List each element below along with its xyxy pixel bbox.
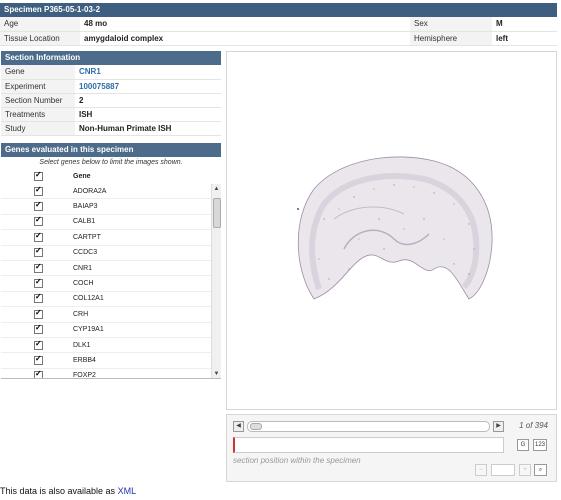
gene-row[interactable]: DLK1 xyxy=(1,338,221,354)
section-slider[interactable] xyxy=(247,421,490,432)
gene-list-scrollbar[interactable]: ▲ ▼ xyxy=(211,184,221,378)
grid-icon[interactable]: G xyxy=(517,439,529,451)
gene-checkbox[interactable] xyxy=(34,246,43,258)
sex-label: Sex xyxy=(410,17,492,32)
gene-row[interactable]: CYP19A1 xyxy=(1,323,221,338)
section-navigator: ◀ ▶ 1 of 394 G 123 section position with… xyxy=(226,414,557,482)
section-row-label: Study xyxy=(1,121,75,136)
gene-checkbox[interactable] xyxy=(34,277,43,289)
gene-name: BAIAP3 xyxy=(73,203,98,211)
gene-row[interactable]: ERBB4 xyxy=(1,353,221,369)
gene-name: CARTPT xyxy=(73,233,101,241)
section-row-label: Section Number xyxy=(1,93,75,108)
specimen-table: Age 48 mo Sex M Tissue Location amygdalo… xyxy=(0,17,557,46)
gene-name: ADORA2A xyxy=(73,187,107,195)
gene-name: CRH xyxy=(73,310,89,318)
study-value: Non-Human Primate ISH xyxy=(75,121,221,136)
gene-column-header: Gene xyxy=(1,169,221,184)
gene-name: DLK1 xyxy=(73,341,91,349)
gene-checkbox[interactable] xyxy=(34,369,43,378)
gene-checkbox[interactable] xyxy=(34,231,43,242)
gene-row[interactable]: FOXP2 xyxy=(1,369,221,379)
footer-text: This data is also available as xyxy=(0,486,116,496)
search-icon[interactable]: ⌕ xyxy=(534,464,547,476)
image-viewer[interactable] xyxy=(226,51,557,410)
specimen-title: Specimen P365-05-1-03-2 xyxy=(0,3,557,17)
gene-checkbox[interactable] xyxy=(34,339,43,350)
gene-link[interactable]: CNR1 xyxy=(79,67,101,76)
section-info-panel: Section Information Gene CNR1 Experiment… xyxy=(1,51,221,136)
section-row-treatments: Treatments ISH xyxy=(1,107,221,122)
gene-checkbox[interactable] xyxy=(34,185,43,196)
gene-checkbox[interactable] xyxy=(34,354,43,365)
gene-checkbox[interactable] xyxy=(34,292,43,304)
section-slider-thumb[interactable] xyxy=(250,423,262,430)
zoom-in-icon[interactable]: + xyxy=(519,464,531,476)
gene-row[interactable]: CCDC3 xyxy=(1,246,221,261)
gene-row[interactable]: BAIAP3 xyxy=(1,199,221,215)
hemisphere-label: Hemisphere xyxy=(410,31,492,46)
gene-checkbox[interactable] xyxy=(34,200,43,212)
gene-name: CNR1 xyxy=(73,264,93,272)
scroll-down-icon[interactable]: ▼ xyxy=(212,369,221,378)
section-row-label: Experiment xyxy=(1,79,75,94)
gene-checkbox[interactable] xyxy=(34,323,43,335)
section-row-section-number: Section Number 2 xyxy=(1,93,221,108)
genes-title: Genes evaluated in this specimen xyxy=(1,143,221,157)
gene-name: COCH xyxy=(73,280,94,288)
gene-checkbox[interactable] xyxy=(34,215,43,227)
gene-row[interactable]: COCH xyxy=(1,276,221,292)
tissue-location-label: Tissue Location xyxy=(0,31,80,46)
genes-hint: Select genes below to limit the images s… xyxy=(39,159,183,166)
gene-row[interactable]: CNR1 xyxy=(1,261,221,277)
gene-name: CCDC3 xyxy=(73,249,98,257)
gene-list[interactable]: ADORA2A BAIAP3 CALB1 CARTPT CCDC3 CNR1 COCH COL… xyxy=(1,184,221,379)
scroll-thumb[interactable] xyxy=(213,198,221,228)
gene-row[interactable]: COL12A1 xyxy=(1,292,221,308)
gene-row[interactable]: CRH xyxy=(1,307,221,323)
section-info-table: Gene CNR1 Experiment 100075887 Section N… xyxy=(1,65,221,136)
select-all-checkbox[interactable] xyxy=(34,170,43,181)
section-row-study: Study Non-Human Primate ISH xyxy=(1,121,221,136)
section-position-text: 1 of 394 xyxy=(519,421,548,430)
gene-row[interactable]: CARTPT xyxy=(1,230,221,246)
scroll-up-icon[interactable]: ▲ xyxy=(212,184,221,194)
section-row-gene: Gene CNR1 xyxy=(1,65,221,80)
gene-name: COL12A1 xyxy=(73,295,104,303)
age-label: Age xyxy=(0,17,80,32)
gene-name: CYP19A1 xyxy=(73,326,104,334)
section-position-note: section position within the specimen xyxy=(233,456,361,465)
tissue-section-image xyxy=(284,149,500,314)
treatments-value: ISH xyxy=(75,107,221,122)
age-value: 48 mo xyxy=(80,17,410,32)
experiment-link[interactable]: 100075887 xyxy=(79,82,119,91)
chevron-right-icon[interactable]: ▶ xyxy=(493,421,504,432)
gene-name: ERBB4 xyxy=(73,356,96,364)
zoom-out-icon[interactable]: − xyxy=(475,464,487,476)
zoom-level-input[interactable] xyxy=(491,464,515,476)
gene-name: FOXP2 xyxy=(73,372,96,379)
specimen-panel: Specimen P365-05-1-03-2 Age 48 mo Sex M … xyxy=(0,3,557,46)
numbering-icon[interactable]: 123 xyxy=(533,439,547,451)
hemisphere-value: left xyxy=(492,31,557,46)
sex-value: M xyxy=(492,17,557,32)
footer-note: This data is also available as XML xyxy=(0,486,136,496)
section-row-label: Gene xyxy=(1,65,75,80)
xml-link[interactable]: XML xyxy=(118,486,137,496)
genes-panel: Genes evaluated in this specimen Select … xyxy=(1,143,221,379)
section-number-value: 2 xyxy=(75,93,221,108)
gene-name: CALB1 xyxy=(73,218,96,226)
gene-checkbox[interactable] xyxy=(34,308,43,319)
chevron-left-icon[interactable]: ◀ xyxy=(233,421,244,432)
gene-checkbox[interactable] xyxy=(34,262,43,273)
section-info-title: Section Information xyxy=(1,51,221,65)
section-row-label: Treatments xyxy=(1,107,75,122)
tissue-location-value: amygdaloid complex xyxy=(80,31,410,46)
gene-column-label: Gene xyxy=(73,173,91,180)
section-row-experiment: Experiment 100075887 xyxy=(1,79,221,94)
gene-row[interactable]: ADORA2A xyxy=(1,184,221,200)
section-position-bar xyxy=(233,437,504,453)
gene-row[interactable]: CALB1 xyxy=(1,215,221,231)
